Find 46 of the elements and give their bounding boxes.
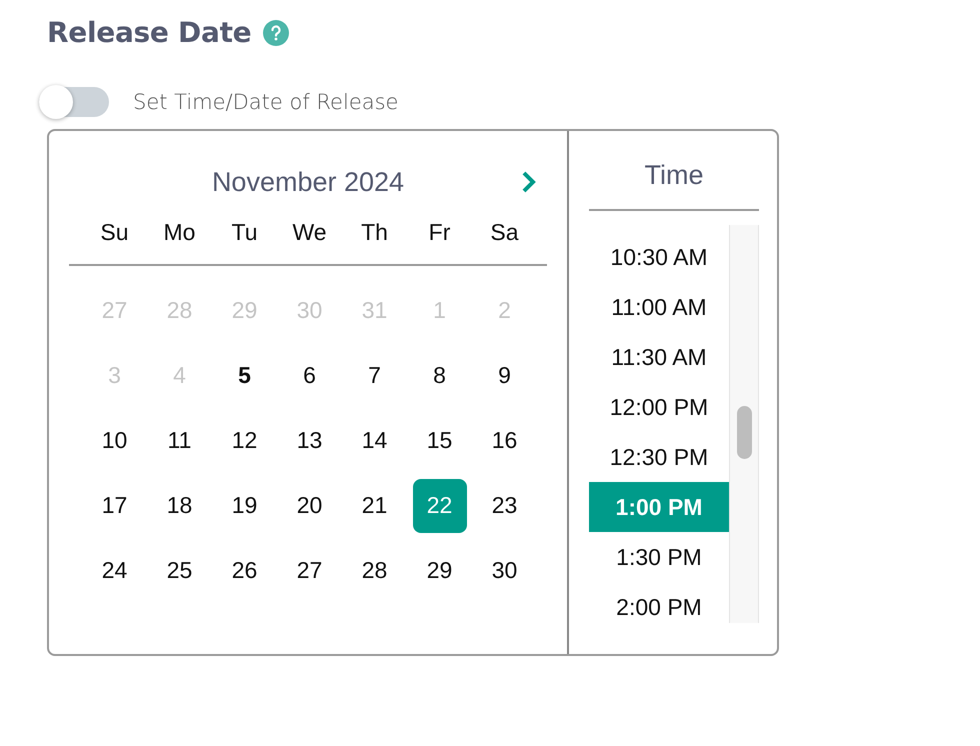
toggle-switch[interactable] — [39, 87, 109, 117]
weekday-label: Th — [360, 218, 389, 247]
time-option[interactable]: 10:30 AM — [589, 232, 729, 282]
section-title: Release Date — [47, 16, 252, 49]
calendar-day[interactable]: 20 — [282, 478, 336, 532]
weekday-label: Mo — [162, 218, 196, 247]
calendar-day[interactable]: 28 — [348, 544, 402, 598]
calendar-day[interactable]: 17 — [88, 478, 142, 532]
calendar-day[interactable]: 23 — [478, 478, 532, 532]
calendar-day[interactable]: 21 — [348, 478, 402, 532]
calendar-day[interactable]: 30 — [478, 544, 532, 598]
calendar-day[interactable]: 11 — [152, 414, 206, 468]
calendar-day[interactable]: 5 — [218, 348, 272, 402]
calendar-day[interactable]: 15 — [412, 414, 466, 468]
calendar-day[interactable]: 10 — [88, 414, 142, 468]
weekday-label: Sa — [489, 218, 520, 247]
calendar-day[interactable]: 26 — [218, 544, 272, 598]
calendar-day[interactable]: 27 — [282, 544, 336, 598]
help-icon[interactable] — [263, 20, 290, 46]
toggle-label: Set Time/Date of Release — [133, 90, 398, 114]
calendar-day[interactable]: 7 — [348, 348, 402, 402]
calendar-day[interactable]: 18 — [152, 478, 206, 532]
weekday-label: Su — [99, 218, 130, 247]
time-option[interactable]: 11:00 AM — [589, 282, 729, 332]
calendar-day[interactable]: 9 — [478, 348, 532, 402]
weekday-label: Fr — [428, 218, 452, 247]
calendar-day[interactable]: 13 — [282, 414, 336, 468]
time-option[interactable]: 11:30 AM — [589, 332, 729, 382]
weekday-label: Tu — [230, 218, 258, 247]
time-header: Time — [589, 131, 759, 211]
time-option[interactable]: 2:00 PM — [589, 582, 729, 623]
calendar-day[interactable]: 29 — [412, 544, 466, 598]
calendar-day[interactable]: 6 — [282, 348, 336, 402]
calendar-day[interactable]: 24 — [88, 544, 142, 598]
calendar-day[interactable]: 12 — [218, 414, 272, 468]
calendar-day[interactable]: 25 — [152, 544, 206, 598]
scrollbar[interactable] — [729, 225, 759, 623]
weekday-label: We — [291, 218, 328, 247]
calendar-day[interactable]: 14 — [348, 414, 402, 468]
time-option[interactable]: 12:00 PM — [589, 382, 729, 432]
time-option[interactable]: 12:30 PM — [589, 432, 729, 482]
calendar-day[interactable]: 8 — [412, 348, 466, 402]
month-title: November 2024 — [212, 167, 404, 199]
time-option[interactable]: 1:30 PM — [589, 532, 729, 582]
calendar-day[interactable]: 19 — [218, 478, 272, 532]
calendar-day[interactable]: 16 — [478, 414, 532, 468]
